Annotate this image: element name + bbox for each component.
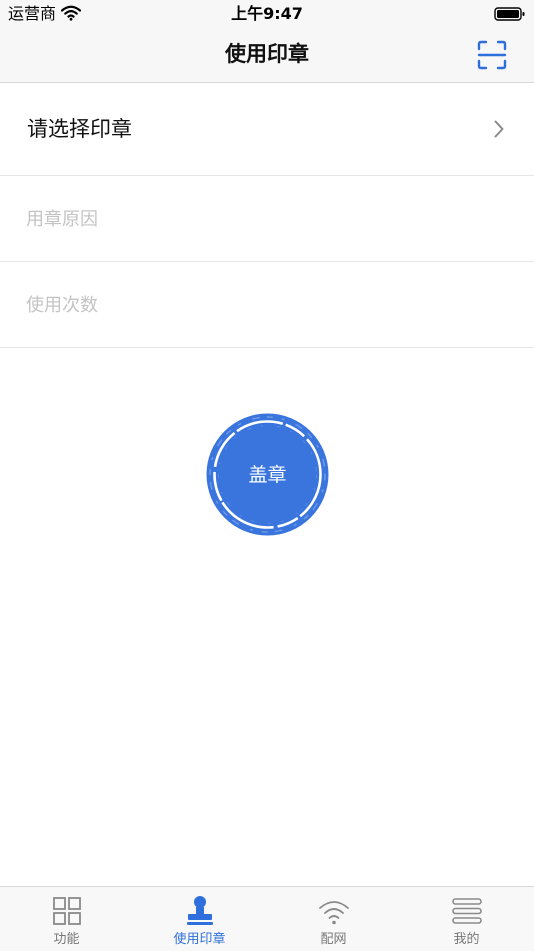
reason-row	[0, 176, 534, 262]
count-input[interactable]	[26, 290, 506, 320]
stamp-button-label: 盖章	[248, 464, 287, 486]
tab-label: 使用印章	[173, 932, 226, 947]
wifi-icon	[318, 901, 349, 925]
reason-input[interactable]	[26, 204, 506, 234]
stamp-icon	[186, 896, 213, 925]
status-bar: 运营商 上午9:47	[0, 0, 534, 28]
grid-icon	[52, 897, 81, 925]
tab-functions[interactable]: 功能	[0, 887, 133, 951]
menu-lines-icon	[451, 898, 482, 924]
page-title: 使用印章	[225, 42, 309, 66]
tab-label: 配网	[320, 932, 347, 947]
tab-use-seal[interactable]: 使用印章	[133, 887, 266, 951]
scan-button[interactable]	[476, 39, 508, 71]
select-seal-row[interactable]: 请选择印章	[0, 83, 534, 176]
tab-network[interactable]: 配网	[267, 887, 400, 951]
status-time: 上午9:47	[231, 4, 303, 23]
scan-icon	[477, 40, 507, 70]
battery-icon	[494, 6, 526, 22]
tab-label: 我的	[453, 932, 480, 947]
tab-label: 功能	[53, 932, 80, 947]
tab-bar: 功能 使用印章 配网 我的	[0, 886, 534, 951]
count-row	[0, 262, 534, 348]
stamp-button[interactable]: 盖章	[206, 413, 329, 536]
navigation-bar: 使用印章	[0, 28, 534, 83]
select-seal-label: 请选择印章	[27, 117, 132, 141]
tab-mine[interactable]: 我的	[400, 887, 533, 951]
chevron-right-icon	[494, 120, 504, 138]
